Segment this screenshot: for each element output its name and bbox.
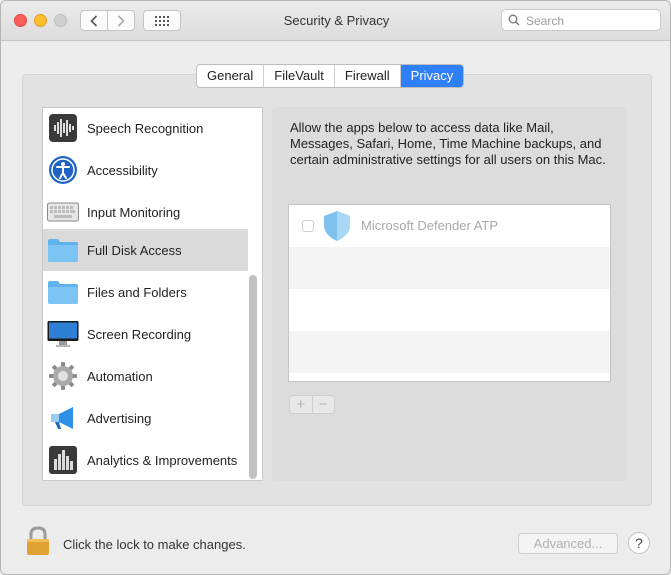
title-bar: Security & Privacy (1, 1, 670, 41)
folder-icon (47, 276, 79, 308)
lock-status-text: Click the lock to make changes. (63, 537, 246, 552)
app-name: Microsoft Defender ATP (361, 218, 499, 233)
preferences-window: Security & Privacy General FileVault Fir… (0, 0, 671, 575)
search-field[interactable] (501, 9, 661, 31)
search-icon (508, 14, 520, 26)
category-label: Full Disk Access (87, 242, 182, 258)
add-remove-control: + − (289, 395, 335, 414)
category-label: Files and Folders (87, 284, 187, 300)
help-button[interactable]: ? (628, 532, 650, 554)
access-description: Allow the apps below to access data like… (290, 120, 606, 167)
defender-shield-icon (324, 211, 350, 241)
empty-row (289, 331, 610, 373)
category-label: Automation (87, 368, 153, 384)
tab-general[interactable]: General (197, 65, 265, 87)
empty-row (289, 289, 610, 331)
speech-waveform-icon (47, 112, 79, 144)
category-label: Screen Recording (87, 326, 192, 342)
folder-icon (47, 234, 79, 266)
list-item-screen-recording[interactable]: Screen Recording (43, 313, 248, 355)
list-item-files-and-folders[interactable]: Files and Folders (43, 271, 248, 313)
tab-bar: General FileVault Firewall Privacy (196, 64, 465, 88)
tab-filevault[interactable]: FileVault (264, 65, 335, 87)
list-item-input-monitoring[interactable]: Input Monitoring (43, 191, 248, 233)
category-label: Accessibility (87, 162, 158, 178)
category-label: Speech Recognition (87, 120, 204, 136)
keyboard-icon (47, 196, 79, 228)
category-label: Analytics & Improvements (87, 452, 238, 468)
bar-chart-icon (47, 444, 79, 476)
tab-firewall[interactable]: Firewall (335, 65, 401, 87)
tab-privacy[interactable]: Privacy (400, 65, 464, 87)
display-icon (47, 318, 79, 350)
lock-icon[interactable] (26, 526, 50, 556)
search-input[interactable] (524, 12, 658, 30)
category-label: Advertising (87, 410, 152, 426)
app-row-microsoft-defender[interactable]: Microsoft Defender ATP (289, 205, 610, 247)
category-label: Input Monitoring (87, 204, 181, 220)
empty-row (289, 247, 610, 289)
list-item-speech-recognition[interactable]: Speech Recognition (43, 108, 248, 149)
gear-icon (47, 360, 79, 392)
accessibility-icon (47, 154, 79, 186)
list-item-accessibility[interactable]: Accessibility (43, 149, 248, 191)
list-item-analytics[interactable]: Analytics & Improvements (43, 439, 248, 480)
add-app-button[interactable]: + (290, 396, 313, 413)
app-access-checkbox[interactable] (302, 220, 314, 232)
list-item-advertising[interactable]: Advertising (43, 397, 248, 439)
megaphone-icon (47, 402, 79, 434)
remove-app-button[interactable]: − (313, 396, 335, 413)
privacy-category-list[interactable]: Speech Recognition Accessibility Input M… (42, 107, 263, 481)
advanced-button[interactable]: Advanced... (518, 533, 618, 554)
list-item-full-disk-access[interactable]: Full Disk Access (43, 229, 248, 271)
list-item-automation[interactable]: Automation (43, 355, 248, 397)
app-list[interactable]: Microsoft Defender ATP (288, 204, 611, 382)
list-scrollbar[interactable] (249, 275, 257, 479)
